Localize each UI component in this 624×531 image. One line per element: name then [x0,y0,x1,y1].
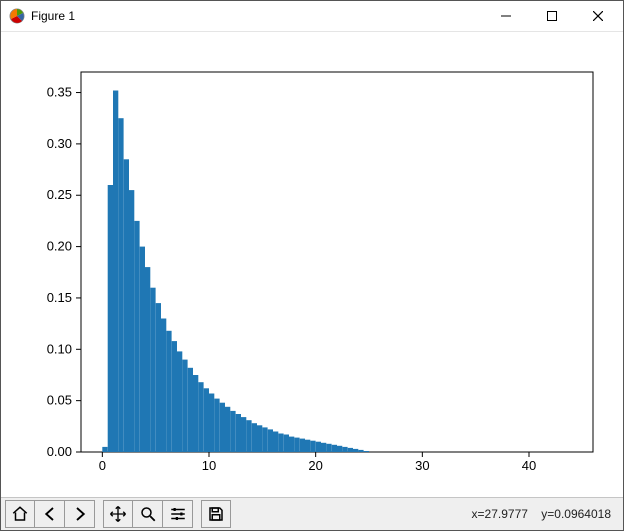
svg-text:10: 10 [202,458,216,473]
minimize-button[interactable] [483,1,529,31]
histogram-chart: 0 10 20 30 40 0.00 0.05 0.10 0.15 0.20 0.25 0.30 0.3… [1,32,623,497]
navigation-toolbar: x=27.9777 y=0.0964018 [1,497,623,530]
home-button[interactable] [5,500,35,528]
sliders-icon [169,505,187,523]
svg-text:0.25: 0.25 [47,187,72,202]
svg-text:20: 20 [308,458,322,473]
forward-button[interactable] [65,500,95,528]
save-button[interactable] [201,500,231,528]
svg-text:0.15: 0.15 [47,290,72,305]
save-icon [207,505,225,523]
move-icon [109,505,127,523]
svg-text:30: 30 [415,458,429,473]
plot-canvas[interactable]: 0 10 20 30 40 0.00 0.05 0.10 0.15 0.20 0.25 0.30 0.3… [1,32,623,497]
minimize-icon [501,11,511,21]
zoom-icon [139,505,157,523]
svg-text:0: 0 [99,458,106,473]
window-title: Figure 1 [31,9,75,23]
matplotlib-icon [9,8,25,24]
svg-text:0.05: 0.05 [47,393,72,408]
pan-button[interactable] [103,500,133,528]
close-button[interactable] [575,1,621,31]
maximize-icon [547,11,557,21]
svg-text:40: 40 [522,458,536,473]
svg-text:0.10: 0.10 [47,341,72,356]
zoom-button[interactable] [133,500,163,528]
svg-text:0.20: 0.20 [47,239,72,254]
titlebar: Figure 1 [1,1,623,32]
back-button[interactable] [35,500,65,528]
maximize-button[interactable] [529,1,575,31]
svg-text:0.30: 0.30 [47,136,72,151]
configure-button[interactable] [163,500,193,528]
close-icon [593,11,603,21]
svg-text:0.00: 0.00 [47,444,72,459]
home-icon [11,505,29,523]
arrow-right-icon [71,505,89,523]
svg-text:0.35: 0.35 [47,85,72,100]
arrow-left-icon [41,505,59,523]
figure-window: Figure 1 0 10 20 30 40 0.00 0.05 0.10 0.15 0.20 0.… [0,0,624,531]
cursor-coordinates: x=27.9777 y=0.0964018 [472,507,619,521]
